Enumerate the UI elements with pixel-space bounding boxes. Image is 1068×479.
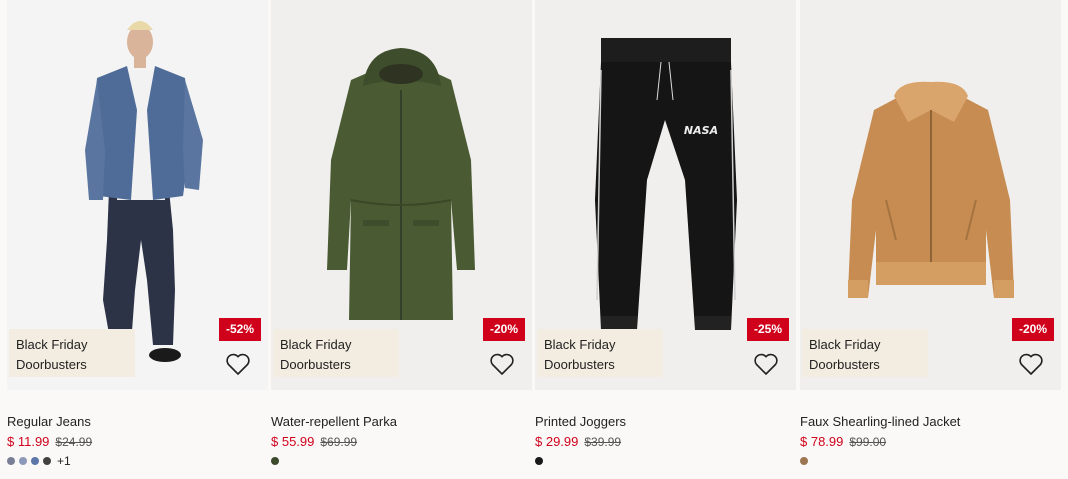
product-title[interactable]: Faux Shearling-lined Jacket bbox=[800, 414, 1061, 430]
color-swatch[interactable] bbox=[535, 457, 543, 465]
original-price: $39.99 bbox=[584, 435, 622, 449]
product-card[interactable]: Black Friday Doorbusters -52% Regular Je… bbox=[7, 0, 268, 479]
product-info: Faux Shearling-lined Jacket $ 78.99 $99.0… bbox=[800, 390, 1061, 466]
product-grid: Black Friday Doorbusters -52% Regular Je… bbox=[0, 0, 1068, 479]
product-card[interactable]: Black Friday Doorbusters -20% Faux Shear… bbox=[800, 0, 1061, 479]
color-swatches bbox=[271, 456, 532, 466]
color-swatches bbox=[535, 456, 796, 466]
product-card[interactable]: Black Friday Doorbusters -20% Water-repe… bbox=[271, 0, 532, 479]
promo-line-2: Doorbusters bbox=[544, 357, 615, 372]
product-card[interactable]: NASA Black Friday Doorbusters -25% Print… bbox=[535, 0, 796, 479]
nasa-print: NASA bbox=[684, 124, 718, 137]
product-image[interactable]: Black Friday Doorbusters -52% bbox=[7, 0, 268, 390]
product-image[interactable]: Black Friday Doorbusters -20% bbox=[271, 0, 532, 390]
color-swatch[interactable] bbox=[43, 457, 51, 465]
original-price: $69.99 bbox=[320, 435, 358, 449]
price-row: $ 29.99 $39.99 bbox=[535, 434, 796, 450]
sale-price: $ 11.99 bbox=[7, 434, 50, 449]
discount-badge: -20% bbox=[482, 318, 525, 341]
more-colors[interactable]: +1 bbox=[57, 455, 71, 467]
sale-price: $ 78.99 bbox=[800, 434, 844, 449]
color-swatch[interactable] bbox=[19, 457, 27, 465]
promo-line-2: Doorbusters bbox=[16, 357, 87, 372]
product-title[interactable]: Regular Jeans bbox=[7, 414, 268, 430]
original-price: $99.00 bbox=[849, 435, 887, 449]
heart-icon[interactable] bbox=[225, 352, 251, 376]
discount-badge: -25% bbox=[746, 318, 789, 341]
promo-line-1: Black Friday bbox=[16, 337, 88, 352]
price-row: $ 11.99 $24.99 bbox=[7, 434, 268, 450]
color-swatches bbox=[800, 456, 1061, 466]
product-image[interactable]: NASA Black Friday Doorbusters -25% bbox=[535, 0, 796, 390]
discount-badge: -52% bbox=[218, 318, 261, 341]
product-title[interactable]: Water-repellent Parka bbox=[271, 414, 532, 430]
promo-line-1: Black Friday bbox=[809, 337, 881, 352]
promo-line-2: Doorbusters bbox=[809, 357, 880, 372]
discount-badge: -20% bbox=[1011, 318, 1054, 341]
promo-line-1: Black Friday bbox=[544, 337, 616, 352]
price-row: $ 55.99 $69.99 bbox=[271, 434, 532, 450]
promo-label: Black Friday Doorbusters bbox=[273, 329, 399, 377]
heart-icon[interactable] bbox=[1018, 352, 1044, 376]
color-swatches: +1 bbox=[7, 455, 268, 467]
product-info: Printed Joggers $ 29.99 $39.99 bbox=[535, 390, 796, 466]
promo-line-2: Doorbusters bbox=[280, 357, 351, 372]
promo-label: Black Friday Doorbusters bbox=[537, 329, 663, 377]
heart-icon[interactable] bbox=[489, 352, 515, 376]
sale-price: $ 29.99 bbox=[535, 434, 579, 449]
heart-icon[interactable] bbox=[753, 352, 779, 376]
color-swatch[interactable] bbox=[271, 457, 279, 465]
color-swatch[interactable] bbox=[800, 457, 808, 465]
promo-label: Black Friday Doorbusters bbox=[9, 329, 135, 377]
price-row: $ 78.99 $99.00 bbox=[800, 434, 1061, 450]
color-swatch[interactable] bbox=[31, 457, 39, 465]
color-swatch[interactable] bbox=[7, 457, 15, 465]
promo-line-1: Black Friday bbox=[280, 337, 352, 352]
promo-label: Black Friday Doorbusters bbox=[802, 329, 928, 377]
product-info: Water-repellent Parka $ 55.99 $69.99 bbox=[271, 390, 532, 466]
product-image[interactable]: Black Friday Doorbusters -20% bbox=[800, 0, 1061, 390]
original-price: $24.99 bbox=[55, 435, 93, 449]
product-info: Regular Jeans $ 11.99 $24.99 +1 bbox=[7, 390, 268, 467]
sale-price: $ 55.99 bbox=[271, 434, 315, 449]
product-title[interactable]: Printed Joggers bbox=[535, 414, 796, 430]
